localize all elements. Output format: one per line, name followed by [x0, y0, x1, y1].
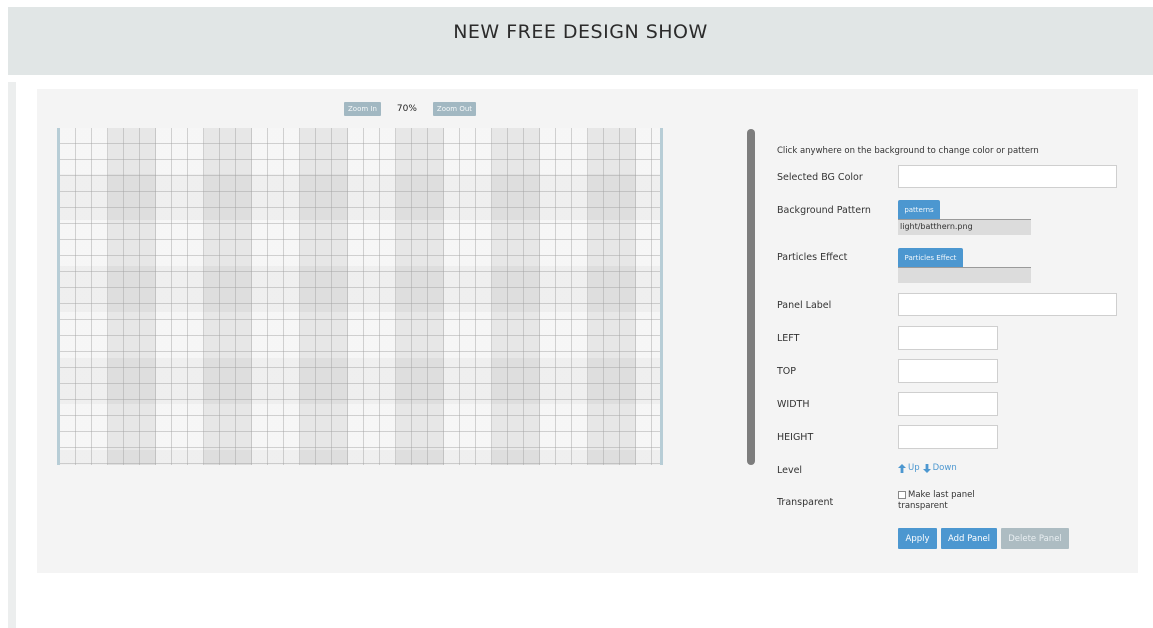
- level-up-link[interactable]: Up: [898, 463, 920, 473]
- bg-color-input[interactable]: [898, 165, 1117, 188]
- zoom-out-button[interactable]: Zoom Out: [432, 102, 477, 116]
- panel-label-input[interactable]: [898, 293, 1117, 316]
- particles-value: [898, 267, 1031, 283]
- apply-button[interactable]: Apply: [898, 528, 937, 549]
- width-label: WIDTH: [777, 399, 810, 410]
- delete-panel-button[interactable]: Delete Panel: [1001, 528, 1069, 549]
- particles-effect-button[interactable]: Particles Effect: [898, 248, 963, 267]
- design-canvas[interactable]: [57, 128, 663, 465]
- zoom-controls: Zoom In 70% Zoom Out: [344, 102, 477, 116]
- bg-color-label: Selected BG Color: [777, 172, 863, 183]
- level-down-link[interactable]: Down: [922, 463, 957, 473]
- top-input[interactable]: [898, 359, 998, 383]
- resize-handle[interactable]: [747, 129, 755, 465]
- height-label: HEIGHT: [777, 432, 814, 443]
- left-edge-strip: [8, 82, 16, 628]
- zoom-level: 70%: [396, 104, 417, 114]
- arrow-up-icon: [898, 463, 906, 473]
- top-label: TOP: [777, 366, 797, 377]
- pattern-path: light/batthern.png: [898, 219, 1031, 235]
- arrow-down-icon: [922, 463, 931, 473]
- transparent-checkbox-label: Make last panel transparent: [898, 490, 975, 511]
- level-down-label: Down: [932, 463, 957, 473]
- width-input[interactable]: [898, 392, 998, 416]
- add-panel-button[interactable]: Add Panel: [941, 528, 997, 549]
- instructions-text: Click anywhere on the background to chan…: [777, 146, 1039, 156]
- level-up-label: Up: [908, 463, 920, 473]
- patterns-button[interactable]: patterns: [898, 200, 940, 219]
- particles-label: Particles Effect: [777, 252, 848, 263]
- left-label: LEFT: [777, 333, 800, 344]
- level-label: Level: [777, 465, 803, 476]
- level-controls: Up Down: [898, 463, 957, 473]
- left-input[interactable]: [898, 326, 998, 350]
- transparent-option: Make last panel transparent: [898, 490, 988, 512]
- zoom-in-button[interactable]: Zoom In: [344, 102, 381, 116]
- height-input[interactable]: [898, 425, 998, 449]
- header-bar: NEW FREE DESIGN SHOW: [8, 7, 1153, 75]
- transparent-checkbox[interactable]: [898, 490, 906, 499]
- panel-label-label: Panel Label: [777, 300, 832, 311]
- bg-pattern-label: Background Pattern: [777, 205, 871, 216]
- page-title: NEW FREE DESIGN SHOW: [453, 21, 708, 43]
- transparent-label: Transparent: [777, 497, 834, 508]
